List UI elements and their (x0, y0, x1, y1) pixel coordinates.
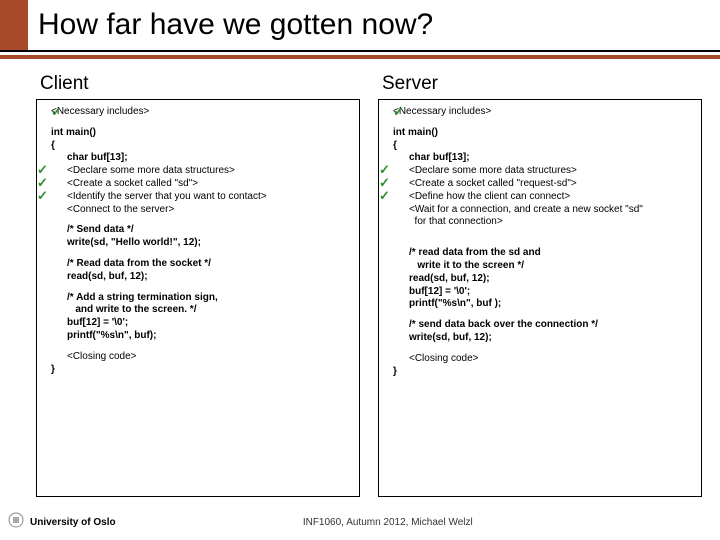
server-header: Server (378, 73, 702, 95)
client-brace: } (51, 364, 351, 377)
server-includes: <Necessary includes> (393, 106, 693, 119)
title-bar: How far have we gotten now? (0, 0, 720, 50)
client-connect: <Connect to the server> (67, 204, 351, 217)
server-buf-decl: char buf[13]; (409, 152, 693, 165)
client-column: Client ✓ <Necessary includes> int main()… (36, 73, 360, 497)
accent-block (0, 0, 28, 50)
server-ds: <Declare some more data structures> (409, 165, 693, 178)
content-row: Client ✓ <Necessary includes> int main()… (0, 59, 720, 497)
footer: University of Oslo INF1060, Autumn 2012,… (0, 512, 720, 532)
server-main-open: int main() { (393, 127, 693, 153)
server-closing: <Closing code> (393, 353, 693, 366)
check-icon: ✓ (379, 188, 390, 205)
footer-course-info: INF1060, Autumn 2012, Michael Welzl (116, 517, 660, 528)
client-main-open: int main() { (51, 127, 351, 153)
client-sock: <Create a socket called "sd"> (67, 178, 351, 191)
server-sock: <Create a socket called "request-sd"> (409, 178, 693, 191)
client-closing: <Closing code> (51, 351, 351, 364)
server-define: <Define how the client can connect> (409, 191, 693, 204)
footer-university: University of Oslo (30, 517, 116, 528)
client-send: /* Send data */ write(sd, "Hello world!"… (67, 224, 351, 250)
client-header: Client (36, 73, 360, 95)
server-read: /* read data from the sd and write it to… (409, 247, 693, 311)
server-wait: <Wait for a connection, and create a new… (409, 204, 693, 230)
client-codebox: ✓ <Necessary includes> int main() { char… (36, 99, 360, 497)
client-buf-decl: char buf[13]; (67, 152, 351, 165)
check-icon: ✓ (37, 188, 48, 205)
server-codebox: ✓ <Necessary includes> int main() { char… (378, 99, 702, 497)
client-ident: <Identify the server that you want to co… (67, 191, 351, 204)
check-icon: ✓ (393, 104, 404, 121)
slide-title: How far have we gotten now? (28, 0, 433, 50)
server-column: Server ✓ <Necessary includes> int main()… (378, 73, 702, 497)
server-brace: } (393, 366, 693, 379)
client-includes: <Necessary includes> (51, 106, 351, 119)
client-ds: <Declare some more data structures> (67, 165, 351, 178)
client-read: /* Read data from the socket */ read(sd,… (67, 258, 351, 284)
check-icon: ✓ (51, 104, 62, 121)
university-seal-icon (8, 512, 24, 532)
client-term: /* Add a string termination sign, and wr… (67, 292, 351, 343)
title-underline (0, 50, 720, 52)
server-send: /* send data back over the connection */… (409, 319, 693, 345)
